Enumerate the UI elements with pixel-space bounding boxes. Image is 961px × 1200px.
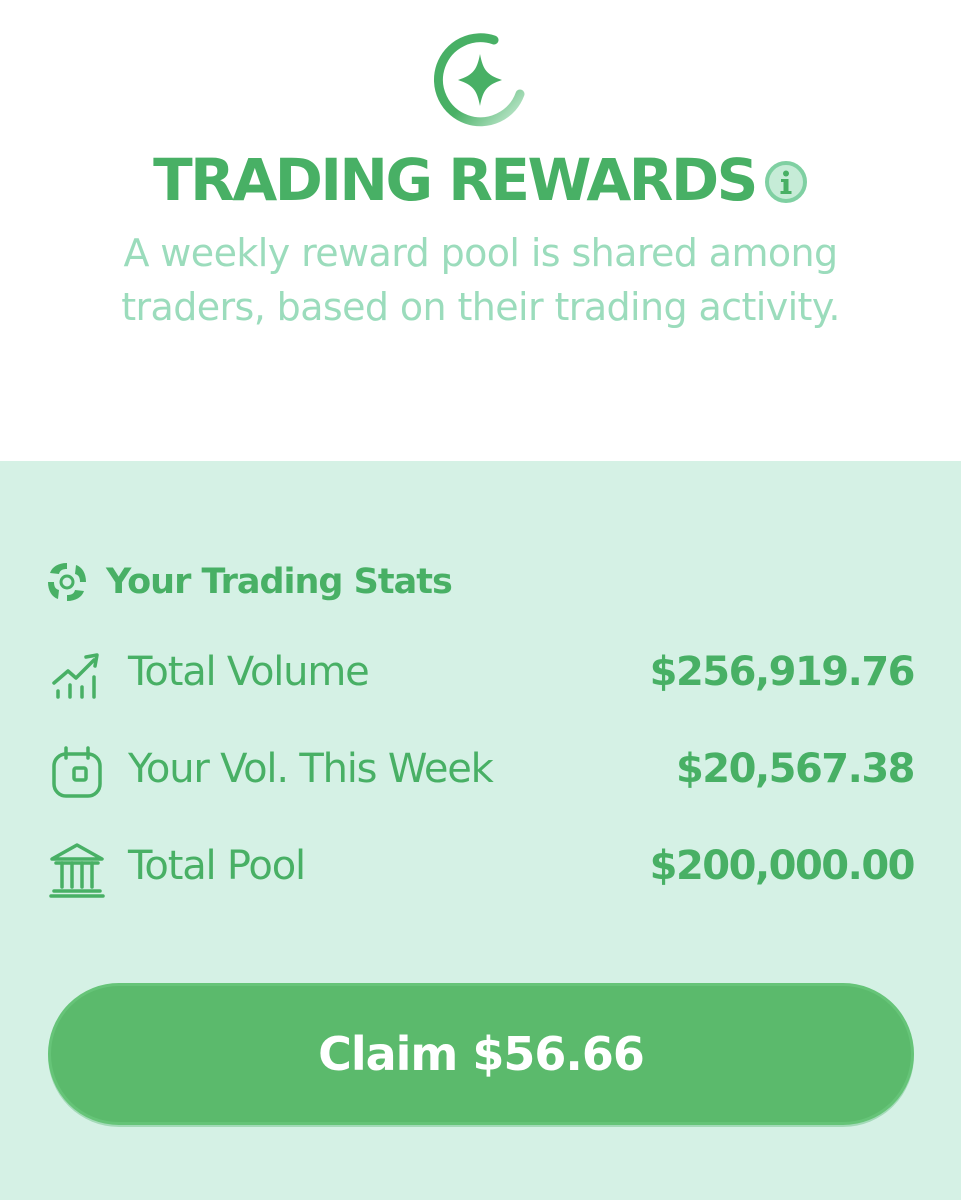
info-icon[interactable] xyxy=(764,160,808,204)
stat-label: Total Pool xyxy=(128,843,306,889)
stat-row-total-pool: Total Pool $200,000.00 xyxy=(48,831,916,901)
claim-button[interactable]: Claim $56.66 xyxy=(48,983,914,1125)
claim-button-label: Claim $56.66 xyxy=(318,1027,645,1081)
stat-label: Your Vol. This Week xyxy=(128,746,494,792)
stat-value: $20,567.38 xyxy=(675,746,916,792)
bank-icon xyxy=(49,843,105,898)
header-section: TRADING REWARDS A weekly reward pool is … xyxy=(0,0,961,461)
stat-label: Total Volume xyxy=(128,649,370,695)
chart-growth-icon xyxy=(52,653,99,699)
stats-header: Your Trading Stats xyxy=(46,557,453,607)
title-row: TRADING REWARDS xyxy=(0,140,961,220)
stat-row-total-volume: Total Volume $256,919.76 xyxy=(48,637,916,707)
stat-value: $256,919.76 xyxy=(649,649,916,695)
stat-row-weekly-volume: Your Vol. This Week $20,567.38 xyxy=(48,734,916,804)
stats-title: Your Trading Stats xyxy=(106,562,453,602)
stats-panel: Your Trading Stats Total Volume $256,919… xyxy=(0,461,961,1200)
page-title: TRADING REWARDS xyxy=(153,146,758,214)
page-subtitle: A weekly reward pool is shared among tra… xyxy=(121,231,840,329)
calendar-icon xyxy=(52,746,102,798)
sparkle-ring-icon xyxy=(433,33,525,127)
swap-arrows-icon xyxy=(48,563,86,601)
stat-value: $200,000.00 xyxy=(649,843,916,889)
